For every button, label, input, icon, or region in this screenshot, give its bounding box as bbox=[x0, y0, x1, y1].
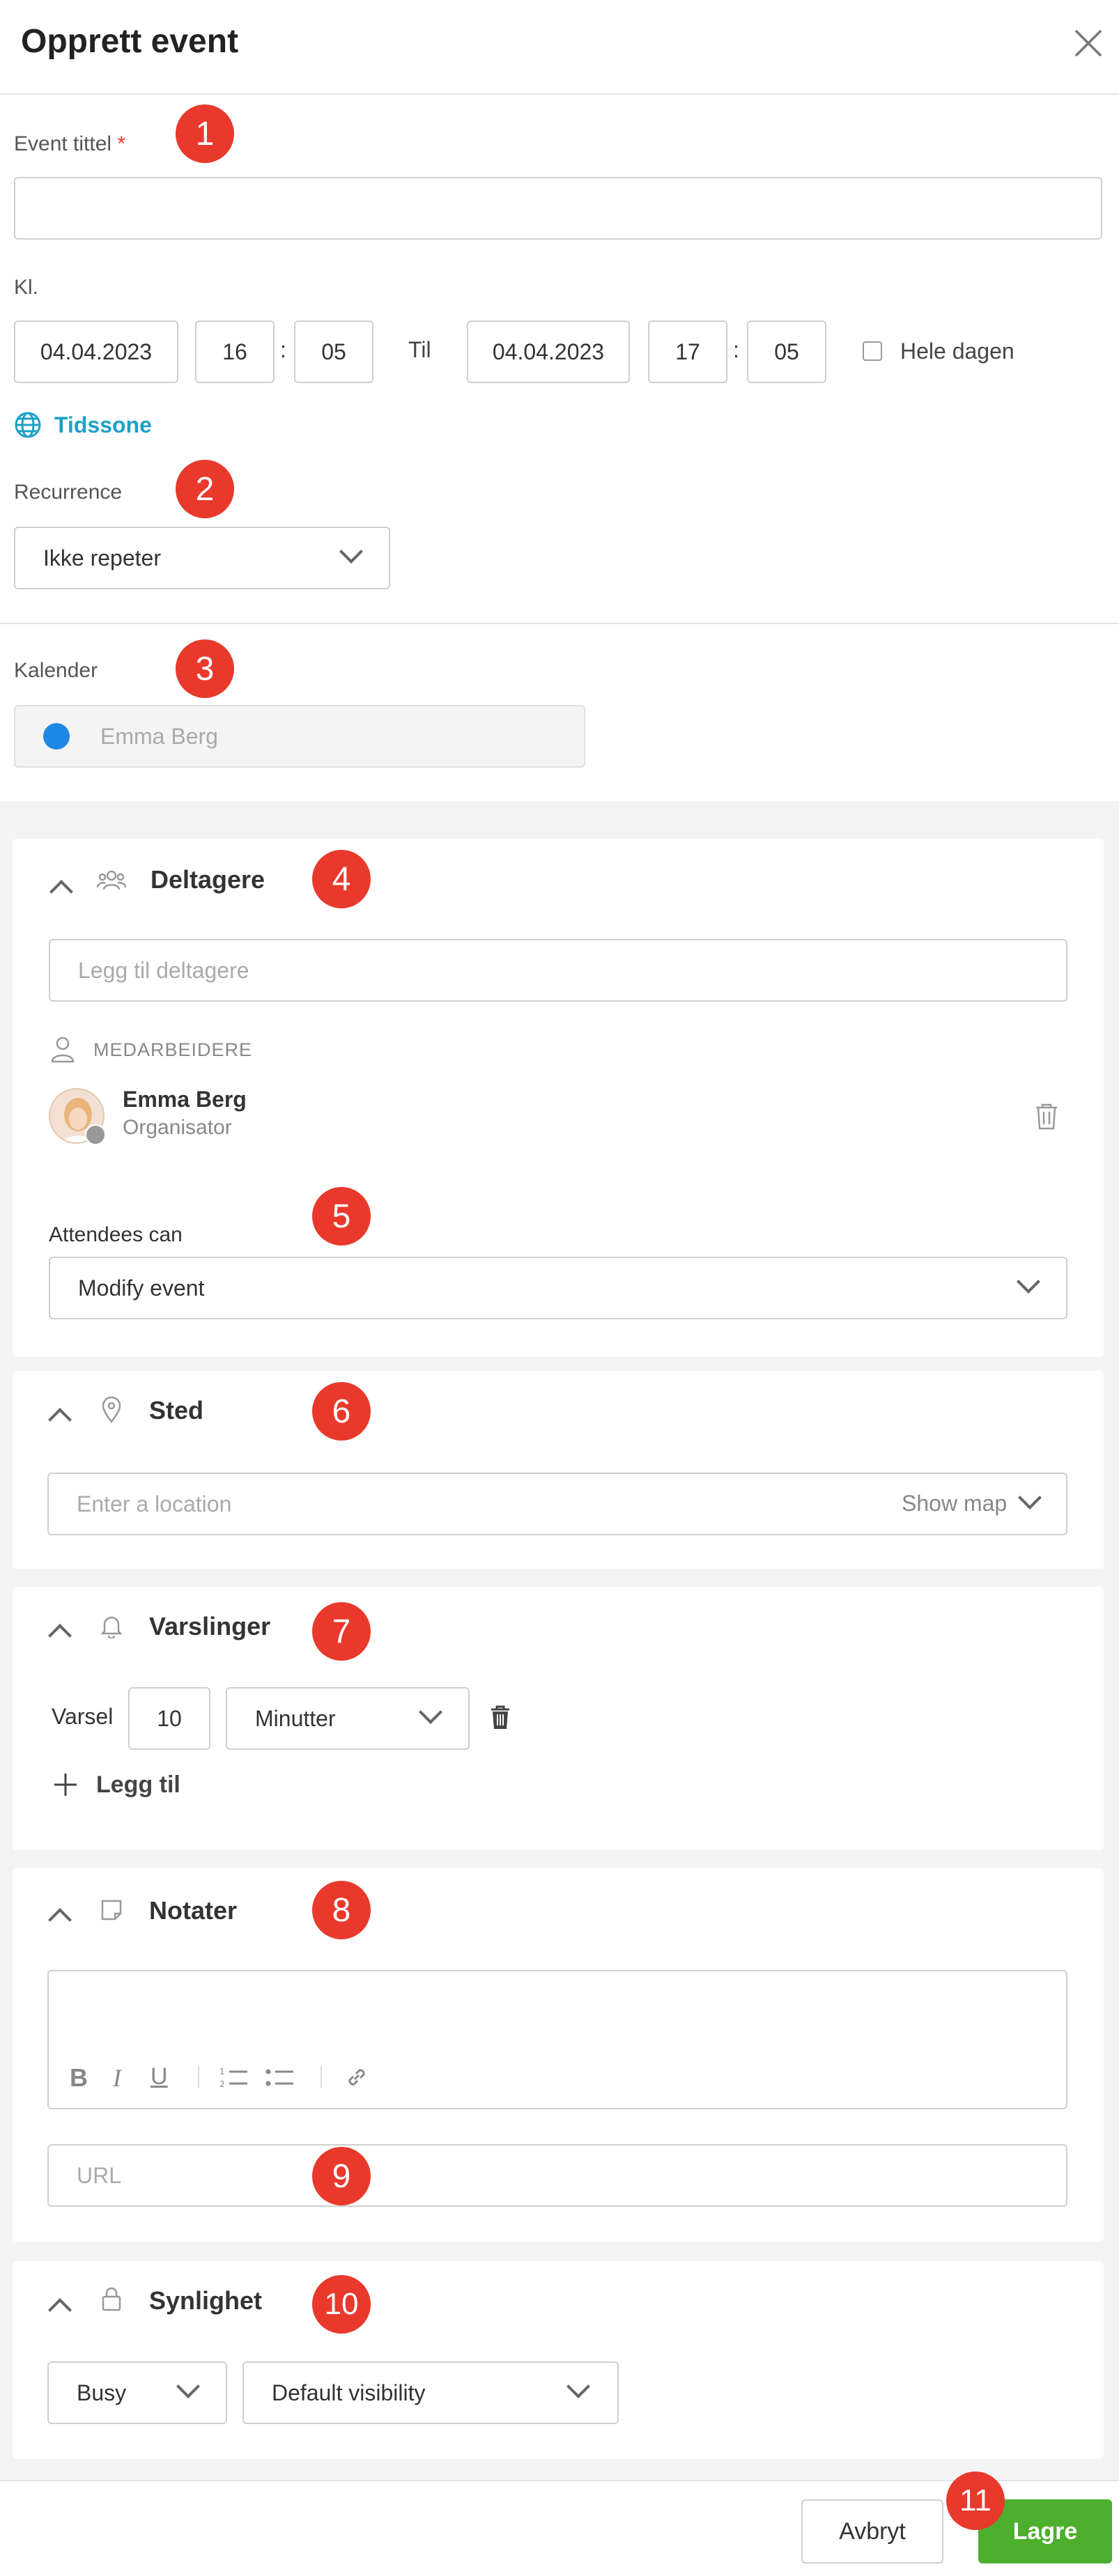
svg-text:2: 2 bbox=[219, 2079, 225, 2089]
time-label: Kl. bbox=[14, 276, 39, 299]
participants-section: Deltagere Legg til deltagere MEDARBEIDER… bbox=[13, 839, 1104, 1357]
collapse-chevron-icon[interactable] bbox=[48, 2298, 72, 2322]
callout-badge-2: 2 bbox=[176, 460, 234, 518]
location-section: Sted Enter a location Show map bbox=[13, 1371, 1104, 1569]
svg-text:1: 1 bbox=[219, 2067, 225, 2077]
callout-badge-4: 4 bbox=[312, 850, 371, 908]
event-title-input[interactable] bbox=[14, 177, 1102, 240]
chevron-down-icon bbox=[566, 2375, 590, 2398]
bell-icon bbox=[98, 1611, 125, 1641]
participant-role: Organisator bbox=[123, 1116, 232, 1139]
collapse-chevron-icon[interactable] bbox=[48, 1408, 72, 1431]
to-label: Til bbox=[408, 337, 431, 362]
toolbar-separator bbox=[321, 2066, 322, 2088]
header-divider bbox=[0, 93, 1119, 95]
all-day-label: Hele dagen bbox=[900, 339, 1014, 364]
note-icon bbox=[98, 1895, 125, 1925]
start-minute-input[interactable]: 05 bbox=[294, 320, 373, 383]
visibility-select[interactable]: Default visibility bbox=[242, 2361, 619, 2424]
calendar-select: Emma Berg bbox=[14, 705, 585, 768]
callout-badge-3: 3 bbox=[176, 639, 234, 698]
end-minute-input[interactable]: 05 bbox=[747, 320, 826, 383]
callout-badge-7: 7 bbox=[312, 1602, 371, 1661]
callout-badge-10: 10 bbox=[312, 2275, 371, 2334]
notifications-title: Varslinger bbox=[149, 1612, 271, 1640]
callout-badge-9: 9 bbox=[312, 2147, 371, 2205]
group-label: MEDARBEIDERE bbox=[93, 1039, 253, 1060]
chevron-down-icon bbox=[1017, 1270, 1040, 1294]
visibility-section: Synlighet Busy Default visibility bbox=[13, 2261, 1104, 2459]
url-input[interactable]: URL bbox=[47, 2144, 1067, 2207]
participant-row: Emma Berg Organisator bbox=[49, 1084, 1067, 1147]
location-pin-icon bbox=[98, 1395, 125, 1425]
callout-badge-6: 6 bbox=[312, 1382, 371, 1441]
visibility-title: Synlighet bbox=[149, 2286, 263, 2315]
location-title: Sted bbox=[149, 1396, 204, 1425]
callout-badge-5: 5 bbox=[312, 1187, 371, 1246]
location-input[interactable]: Enter a location Show map bbox=[47, 1473, 1067, 1535]
cancel-button[interactable]: Avbryt bbox=[801, 2499, 943, 2563]
plus-icon bbox=[52, 1771, 79, 1799]
editor-toolbar: B I U 12 bbox=[70, 2059, 418, 2094]
show-map-toggle[interactable]: Show map bbox=[902, 1491, 1007, 1516]
attendees-can-select[interactable]: Modify event bbox=[49, 1257, 1067, 1319]
notification-amount-input[interactable]: 10 bbox=[128, 1687, 210, 1750]
trash-icon[interactable] bbox=[1031, 1101, 1062, 1133]
add-notification-button[interactable]: Legg til bbox=[52, 1767, 180, 1803]
notification-label: Varsel bbox=[52, 1704, 114, 1729]
event-title-label: Event tittel * bbox=[14, 132, 126, 155]
page-title: Opprett event bbox=[21, 23, 239, 60]
callout-badge-11: 11 bbox=[946, 2472, 1005, 2530]
attendees-can-label: Attendees can bbox=[49, 1223, 183, 1246]
time-separator-2: : bbox=[733, 337, 739, 362]
end-hour-input[interactable]: 17 bbox=[648, 320, 727, 383]
link-icon[interactable] bbox=[341, 2063, 372, 2091]
toolbar-separator bbox=[198, 2066, 199, 2088]
recurrence-label: Recurrence bbox=[14, 481, 123, 504]
notes-title: Notater bbox=[149, 1896, 238, 1925]
add-participants-input[interactable]: Legg til deltagere bbox=[49, 939, 1067, 1002]
notes-editor[interactable]: B I U 12 bbox=[47, 1970, 1067, 2109]
start-date-input[interactable]: 04.04.2023 bbox=[14, 320, 178, 383]
ordered-list-icon[interactable]: 12 bbox=[219, 2063, 249, 2091]
italic-icon[interactable]: I bbox=[113, 2063, 121, 2093]
recurrence-select[interactable]: Ikke repeter bbox=[14, 527, 390, 589]
section-divider bbox=[0, 623, 1119, 624]
notifications-section: Varslinger Varsel 10 Minutter Legg til bbox=[13, 1587, 1104, 1850]
chevron-down-icon bbox=[419, 1700, 442, 1724]
chevron-down-icon bbox=[339, 540, 363, 564]
calendar-label: Kalender bbox=[14, 659, 98, 682]
organizer-badge bbox=[85, 1124, 106, 1145]
chevron-down-icon bbox=[176, 2375, 200, 2398]
globe-icon bbox=[14, 411, 42, 439]
delete-notification-icon[interactable] bbox=[486, 1702, 514, 1733]
people-icon bbox=[95, 864, 128, 897]
participants-title: Deltagere bbox=[151, 865, 265, 894]
time-separator: : bbox=[280, 337, 286, 362]
all-day-checkbox[interactable] bbox=[863, 341, 882, 361]
callout-badge-1: 1 bbox=[176, 104, 234, 163]
person-icon bbox=[49, 1034, 77, 1064]
bold-icon[interactable]: B bbox=[70, 2063, 88, 2093]
collapse-chevron-icon[interactable] bbox=[49, 880, 73, 903]
chevron-down-icon[interactable] bbox=[1018, 1486, 1042, 1510]
dialog-header: Opprett event bbox=[0, 0, 1119, 95]
underline-icon[interactable]: U bbox=[151, 2063, 168, 2090]
notes-section: Notater B I U 12 URL bbox=[13, 1868, 1104, 2242]
footer-divider bbox=[0, 2480, 1119, 2481]
notification-unit-select[interactable]: Minutter bbox=[226, 1687, 470, 1750]
bullet-list-icon[interactable] bbox=[265, 2063, 295, 2091]
collapse-chevron-icon[interactable] bbox=[48, 1908, 72, 1932]
required-mark: * bbox=[117, 132, 126, 155]
calendar-color-dot bbox=[43, 723, 70, 750]
lock-icon bbox=[98, 2283, 125, 2314]
collapse-chevron-icon[interactable] bbox=[48, 1624, 72, 1647]
start-hour-input[interactable]: 16 bbox=[195, 320, 275, 383]
callout-badge-8: 8 bbox=[312, 1881, 371, 1939]
timezone-link[interactable]: Tidssone bbox=[14, 410, 152, 440]
busy-status-select[interactable]: Busy bbox=[47, 2361, 227, 2424]
end-date-input[interactable]: 04.04.2023 bbox=[467, 320, 630, 383]
participant-name: Emma Berg bbox=[123, 1087, 247, 1112]
close-icon[interactable] bbox=[1070, 25, 1106, 61]
